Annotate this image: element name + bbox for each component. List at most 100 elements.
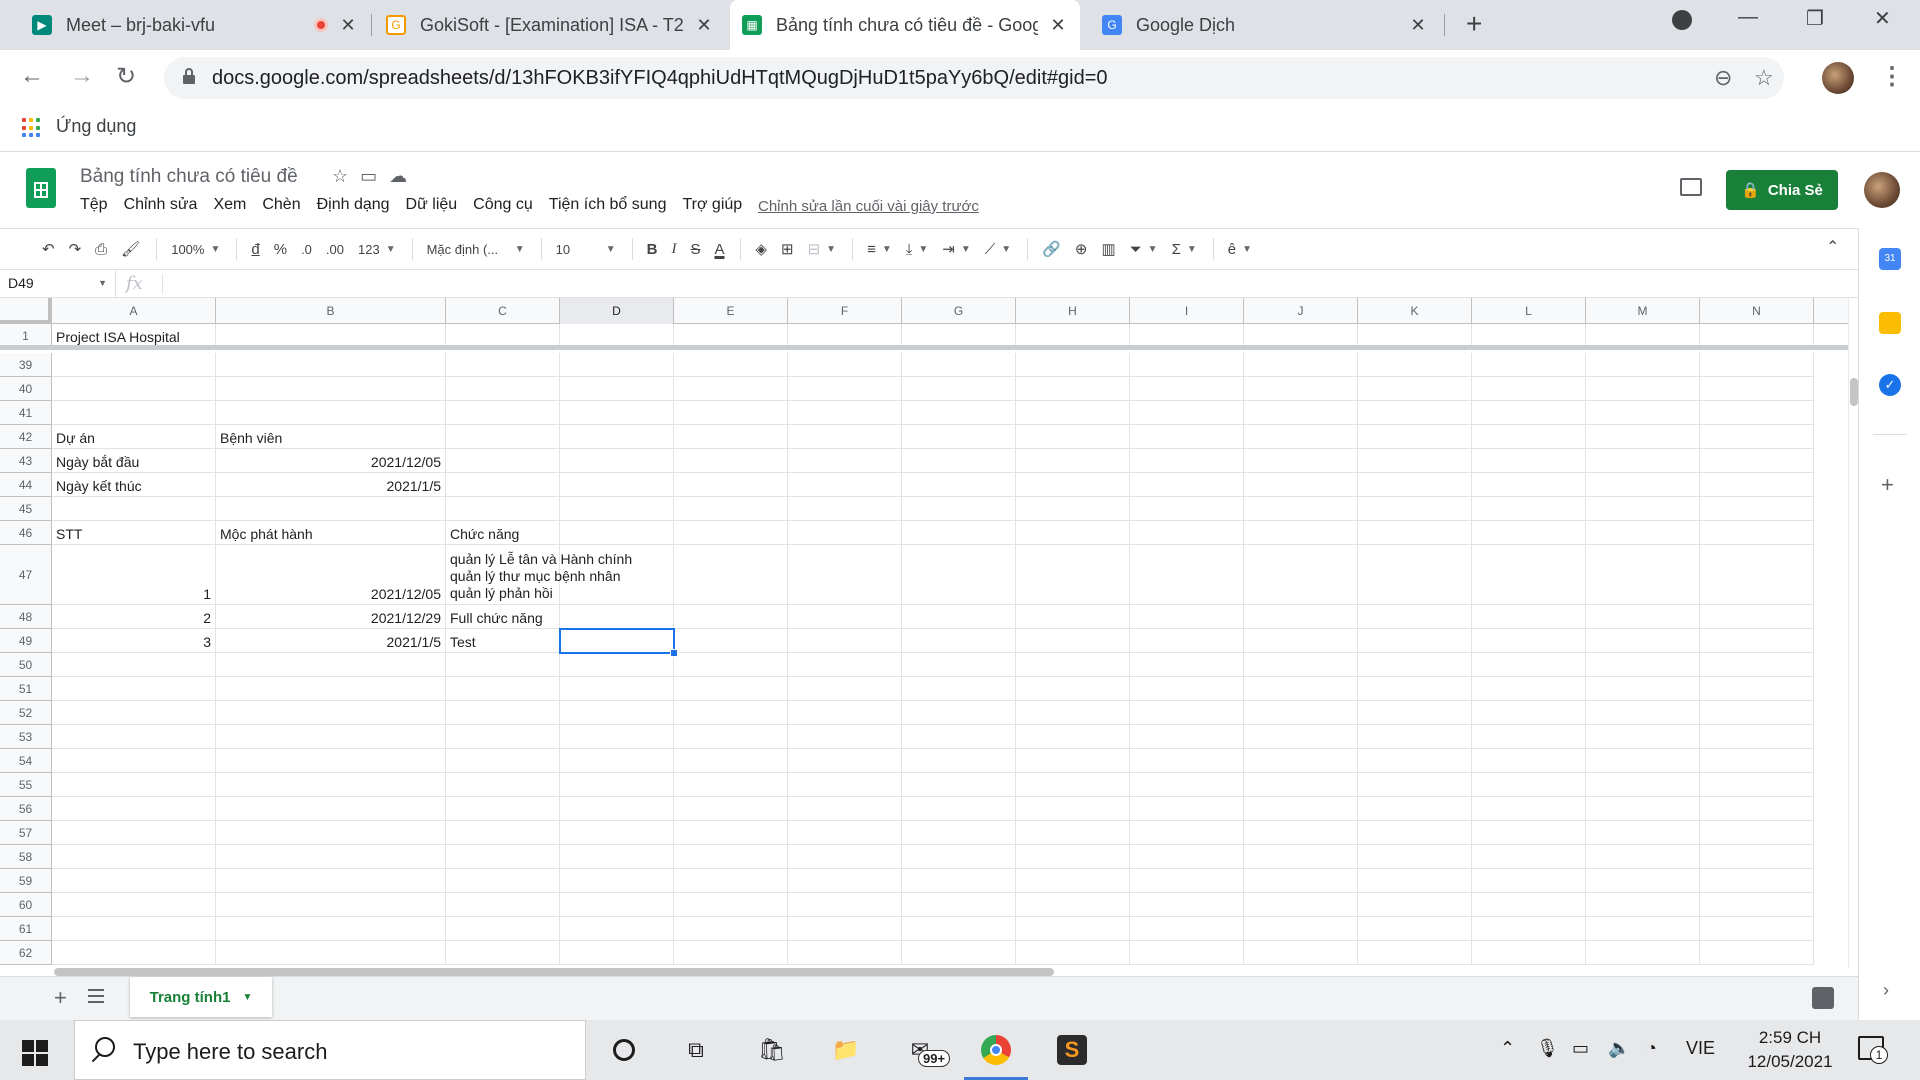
fill-color-icon[interactable]: ◈ <box>749 234 773 264</box>
cell-k55[interactable] <box>1358 773 1472 797</box>
cell-e59[interactable] <box>674 869 788 893</box>
column-header-e[interactable]: E <box>674 298 788 324</box>
cell-k43[interactable] <box>1358 449 1472 473</box>
cell-m61[interactable] <box>1586 917 1700 941</box>
filter-icon[interactable]: ⏷ ▼ <box>1124 234 1164 264</box>
restore-button[interactable]: ❐ <box>1806 6 1824 31</box>
cell-a41[interactable] <box>52 401 216 425</box>
cell-b39[interactable] <box>216 353 446 377</box>
cell-f47[interactable] <box>788 545 902 605</box>
cell-a58[interactable] <box>52 845 216 869</box>
cell-f52[interactable] <box>788 701 902 725</box>
cell-j59[interactable] <box>1244 869 1358 893</box>
cell-g60[interactable] <box>902 893 1016 917</box>
cell-m45[interactable] <box>1586 497 1700 521</box>
column-header-c[interactable]: C <box>446 298 560 324</box>
cell-a59[interactable] <box>52 869 216 893</box>
cell-j52[interactable] <box>1244 701 1358 725</box>
cell-e44[interactable] <box>674 473 788 497</box>
select-all-corner[interactable] <box>0 298 52 324</box>
cell-a47[interactable]: 1 <box>52 545 216 605</box>
notifications-icon[interactable]: 1 <box>1858 1036 1888 1064</box>
cell-f46[interactable] <box>788 521 902 545</box>
cell-n44[interactable] <box>1700 473 1814 497</box>
cell-i39[interactable] <box>1130 353 1244 377</box>
keep-icon[interactable] <box>1879 312 1901 334</box>
microphone-icon[interactable]: 🎙 <box>1536 1038 1559 1059</box>
cell-f43[interactable] <box>788 449 902 473</box>
cell-e61[interactable] <box>674 917 788 941</box>
cell-c53[interactable] <box>446 725 560 749</box>
cell-l62[interactable] <box>1472 941 1586 965</box>
cell-n53[interactable] <box>1700 725 1814 749</box>
cell-m58[interactable] <box>1586 845 1700 869</box>
cell-f50[interactable] <box>788 653 902 677</box>
cell-m46[interactable] <box>1586 521 1700 545</box>
cell-h43[interactable] <box>1016 449 1130 473</box>
cell-e48[interactable] <box>674 605 788 629</box>
cell-d50[interactable] <box>560 653 674 677</box>
cell-d61[interactable] <box>560 917 674 941</box>
cell-m50[interactable] <box>1586 653 1700 677</box>
column-header-g[interactable]: G <box>902 298 1016 324</box>
cell-c40[interactable] <box>446 377 560 401</box>
cell-h39[interactable] <box>1016 353 1130 377</box>
cell-f56[interactable] <box>788 797 902 821</box>
spreadsheet-grid[interactable]: ABCDEFGHIJKLMN 1 Project ISA Hospital 39 40… <box>0 298 1858 968</box>
redo-icon[interactable]: ↷ <box>63 234 88 264</box>
cell-g52[interactable] <box>902 701 1016 725</box>
cell-m53[interactable] <box>1586 725 1700 749</box>
menu-addons[interactable]: Tiện ích bổ sung <box>549 196 667 214</box>
tab-meet[interactable]: ▶ Meet – brj-baki-vfu ✕ <box>20 0 370 50</box>
cell-a60[interactable] <box>52 893 216 917</box>
cell-a46[interactable]: STT <box>52 521 216 545</box>
cell-b41[interactable] <box>216 401 446 425</box>
row-header[interactable]: 43 <box>0 449 52 473</box>
cell-h62[interactable] <box>1016 941 1130 965</box>
cell-g61[interactable] <box>902 917 1016 941</box>
cell-e41[interactable] <box>674 401 788 425</box>
cell-g50[interactable] <box>902 653 1016 677</box>
cell-l54[interactable] <box>1472 749 1586 773</box>
cell-l47[interactable] <box>1472 545 1586 605</box>
cell-j56[interactable] <box>1244 797 1358 821</box>
menu-insert[interactable]: Chèn <box>262 196 300 214</box>
cell-n51[interactable] <box>1700 677 1814 701</box>
row-header[interactable]: 45 <box>0 497 52 521</box>
cell-g41[interactable] <box>902 401 1016 425</box>
cell-d58[interactable] <box>560 845 674 869</box>
cell-l57[interactable] <box>1472 821 1586 845</box>
cell-f53[interactable] <box>788 725 902 749</box>
cell-h42[interactable] <box>1016 425 1130 449</box>
menu-format[interactable]: Định dạng <box>317 196 390 214</box>
url-omnibox[interactable]: docs.google.com/spreadsheets/d/13hFOKB3i… <box>164 57 1784 99</box>
cell-f48[interactable] <box>788 605 902 629</box>
cell-m40[interactable] <box>1586 377 1700 401</box>
cell-b52[interactable] <box>216 701 446 725</box>
cell-e42[interactable] <box>674 425 788 449</box>
horizontal-scrollbar[interactable] <box>54 968 1054 976</box>
cell-d47[interactable] <box>560 545 674 605</box>
cell-j48[interactable] <box>1244 605 1358 629</box>
cell-l58[interactable] <box>1472 845 1586 869</box>
formula-input[interactable] <box>166 270 1846 298</box>
cell-e50[interactable] <box>674 653 788 677</box>
cell-e47[interactable] <box>674 545 788 605</box>
cell-j54[interactable] <box>1244 749 1358 773</box>
cell-e54[interactable] <box>674 749 788 773</box>
vertical-scrollbar[interactable] <box>1848 298 1858 968</box>
cell-n59[interactable] <box>1700 869 1814 893</box>
cell-e58[interactable] <box>674 845 788 869</box>
cell-g62[interactable] <box>902 941 1016 965</box>
column-header-j[interactable]: J <box>1244 298 1358 324</box>
cell-l53[interactable] <box>1472 725 1586 749</box>
cell-l59[interactable] <box>1472 869 1586 893</box>
cell-h60[interactable] <box>1016 893 1130 917</box>
cell-i58[interactable] <box>1130 845 1244 869</box>
frozen-row-divider[interactable] <box>0 345 1848 350</box>
cell-i45[interactable] <box>1130 497 1244 521</box>
cell-l50[interactable] <box>1472 653 1586 677</box>
cell-i60[interactable] <box>1130 893 1244 917</box>
cell-g58[interactable] <box>902 845 1016 869</box>
cell-n49[interactable] <box>1700 629 1814 653</box>
